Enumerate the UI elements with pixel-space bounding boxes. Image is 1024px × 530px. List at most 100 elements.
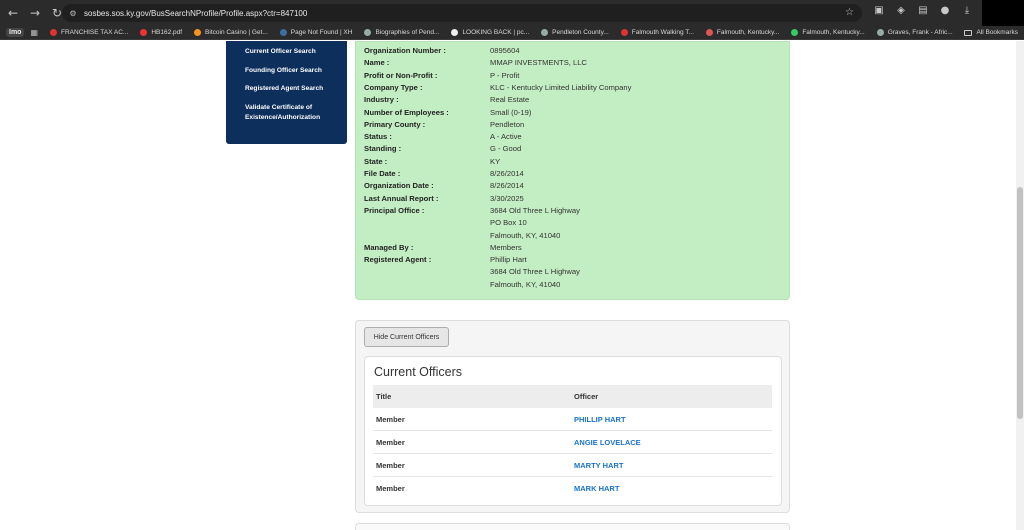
bookmark-item[interactable]: FRANCHISE TAX AC... bbox=[50, 29, 128, 36]
folder-icon bbox=[964, 29, 973, 36]
officer-title: Member bbox=[376, 460, 405, 470]
all-bookmarks-label: All Bookmarks bbox=[976, 29, 1018, 36]
bookmark-favicon-icon bbox=[140, 29, 148, 36]
bookmark-label: Page Not Found | XH bbox=[290, 29, 353, 36]
bookmark-item[interactable]: Falmouth Walking T... bbox=[620, 29, 694, 36]
officer-title: Member bbox=[376, 437, 405, 447]
bookmark-label: Falmouth, Kentucky... bbox=[716, 29, 780, 36]
officer-name-link[interactable]: MARK HART bbox=[574, 484, 619, 493]
profile-row: Principal Office : 3684 Old Three L Highw… bbox=[364, 206, 580, 218]
hide-current-officers-button[interactable]: Hide Current Officers bbox=[364, 327, 449, 347]
bookmark-label: Falmouth, Kentucky... bbox=[802, 29, 865, 36]
bookmark-item[interactable]: Page Not Found | XH bbox=[279, 29, 353, 36]
bookmark-star-icon[interactable]: ☆ bbox=[845, 7, 854, 18]
profile-row: File Date : 8/26/2014 bbox=[364, 169, 524, 181]
profile-value: P - Profit bbox=[490, 70, 520, 80]
profile-label: Principal Office : bbox=[364, 205, 425, 215]
site-info-icon[interactable]: ⚙ bbox=[68, 8, 78, 18]
bookmark-favicon-icon bbox=[50, 29, 58, 36]
officer-name-link[interactable]: MARTY HART bbox=[574, 461, 623, 470]
profile-value: Phillip Hart bbox=[490, 255, 527, 265]
side-navigation: Current Officer Search Founding Officer … bbox=[226, 41, 347, 144]
vertical-scrollbar[interactable] bbox=[1016, 41, 1024, 530]
nav-registered-agent-search[interactable]: Registered Agent Search bbox=[226, 84, 347, 94]
bookmark-item[interactable]: Biographies of Pend... bbox=[364, 29, 439, 36]
bookmark-favicon-icon bbox=[876, 29, 884, 36]
profile-row: Status : A - Active bbox=[364, 132, 522, 144]
download-icon[interactable]: ⤓ bbox=[956, 5, 978, 16]
profile-row: Industry : Real Estate bbox=[364, 95, 529, 107]
scrollbar-thumb[interactable] bbox=[1017, 187, 1023, 419]
profile-value: 0895604 bbox=[490, 46, 520, 55]
bookmark-item[interactable]: Falmouth, Kentucky... bbox=[705, 29, 780, 36]
profile-label: Primary County : bbox=[364, 119, 426, 129]
toolbar-icons: ▣ ◈ ▤ ● ⤓ ≡ bbox=[868, 5, 1000, 16]
officer-name-link[interactable]: PHILLIP HART bbox=[574, 415, 626, 424]
profile-label: Organization Number : bbox=[364, 46, 446, 55]
profile-value: G - Good bbox=[490, 144, 522, 154]
bookmark-label: Biographies of Pend... bbox=[375, 29, 440, 36]
page-content: Current Officer Search Founding Officer … bbox=[0, 41, 1016, 530]
bookmark-label: Bitcoin Casino | Get... bbox=[205, 29, 268, 36]
bookmark-favicon-icon bbox=[451, 29, 459, 36]
profile-label: Company Type : bbox=[364, 82, 423, 92]
puzzle-icon[interactable]: ◈ bbox=[890, 5, 912, 16]
bookmark-favicon-icon bbox=[541, 29, 549, 36]
profile-label: Name : bbox=[364, 58, 390, 68]
address-bar[interactable]: ⚙ sosbes.sos.ky.gov/BusSearchNProfile/Pr… bbox=[62, 4, 862, 22]
forward-arrow-icon[interactable]: → bbox=[26, 4, 44, 22]
bookmark-favicon-icon bbox=[705, 29, 713, 36]
sidepanel-icon[interactable]: ▤ bbox=[912, 5, 934, 16]
profile-label: Number of Employees : bbox=[364, 107, 449, 117]
nav-current-officer-search[interactable]: Current Officer Search bbox=[226, 47, 347, 57]
profile-value: KLC - Kentucky Limited Liability Company bbox=[490, 82, 632, 92]
current-officers-heading: Current Officers bbox=[374, 365, 462, 379]
profile-row: Falmouth, KY, 41040 bbox=[364, 231, 560, 243]
bookmark-apps[interactable]: Imo bbox=[6, 28, 25, 37]
profile-row: Registered Agent : Phillip Hart bbox=[364, 255, 527, 267]
profile-row: Organization Date : 8/26/2014 bbox=[364, 181, 524, 193]
apps-grid-icon[interactable]: ▦ bbox=[30, 28, 38, 37]
bookmark-label: Pendleton County... bbox=[552, 29, 609, 36]
profile-value: 3684 Old Three L Highway bbox=[490, 205, 580, 215]
officer-title: Member bbox=[376, 414, 405, 424]
nav-validate-line-2: Existence/Authorization bbox=[245, 113, 321, 121]
profile-icon[interactable]: ● bbox=[934, 5, 956, 16]
profile-row: Standing : G - Good bbox=[364, 144, 521, 156]
bookmark-item[interactable]: Falmouth, Kentucky... bbox=[791, 29, 865, 36]
profile-row: PO Box 10 bbox=[364, 218, 527, 230]
profile-label: State : bbox=[364, 156, 388, 166]
bookmark-label: Falmouth Walking T... bbox=[631, 29, 694, 36]
officer-title: Member bbox=[376, 484, 405, 493]
profile-label: Industry : bbox=[364, 95, 399, 105]
profile-row: Last Annual Report : 3/30/2025 bbox=[364, 194, 524, 206]
bookmark-favicon-icon bbox=[364, 29, 372, 36]
all-bookmarks[interactable]: All Bookmarks bbox=[964, 29, 1018, 36]
bookmark-item[interactable]: Bitcoin Casino | Get... bbox=[194, 29, 268, 36]
profile-label: Standing : bbox=[364, 144, 402, 154]
profile-value: 8/26/2014 bbox=[490, 169, 524, 178]
profile-label: Profit or Non-Profit : bbox=[364, 70, 438, 80]
profile-label: File Date : bbox=[364, 169, 401, 178]
profile-value: Real Estate bbox=[490, 95, 530, 105]
bookmark-item[interactable]: HB162.pdf bbox=[140, 29, 182, 36]
extension-icon[interactable]: ▣ bbox=[868, 5, 890, 16]
officer-name-link[interactable]: ANGIE LOVELACE bbox=[574, 438, 641, 447]
bookmark-favicon-icon bbox=[620, 29, 628, 36]
profile-row: Profit or Non-Profit : P - Profit bbox=[364, 71, 519, 83]
nav-founding-officer-search[interactable]: Founding Officer Search bbox=[226, 66, 347, 76]
profile-value: PO Box 10 bbox=[490, 218, 527, 228]
profile-row: 3684 Old Three L Highway bbox=[364, 267, 580, 279]
profile-row: Company Type : KLC - Kentucky Limited Lia… bbox=[364, 83, 631, 95]
bookmark-favicon-icon bbox=[194, 29, 202, 36]
profile-row: Primary County : Pendleton bbox=[364, 120, 524, 132]
profile-label bbox=[364, 231, 490, 243]
bookmark-item[interactable]: LOOKING BACK | pc... bbox=[451, 29, 529, 36]
profile-label bbox=[364, 280, 490, 292]
back-arrow-icon[interactable]: ← bbox=[4, 4, 22, 22]
current-officers-box: Current Officers Title Officer Member PHI… bbox=[364, 356, 782, 506]
bookmark-item[interactable]: Graves, Frank - Afric... bbox=[876, 29, 953, 36]
nav-validate-certificate[interactable]: Validate Certificate of Existence/Author… bbox=[226, 103, 347, 123]
bookmark-item[interactable]: Pendleton County... bbox=[541, 29, 609, 36]
profile-value: 3/30/2025 bbox=[490, 193, 524, 203]
